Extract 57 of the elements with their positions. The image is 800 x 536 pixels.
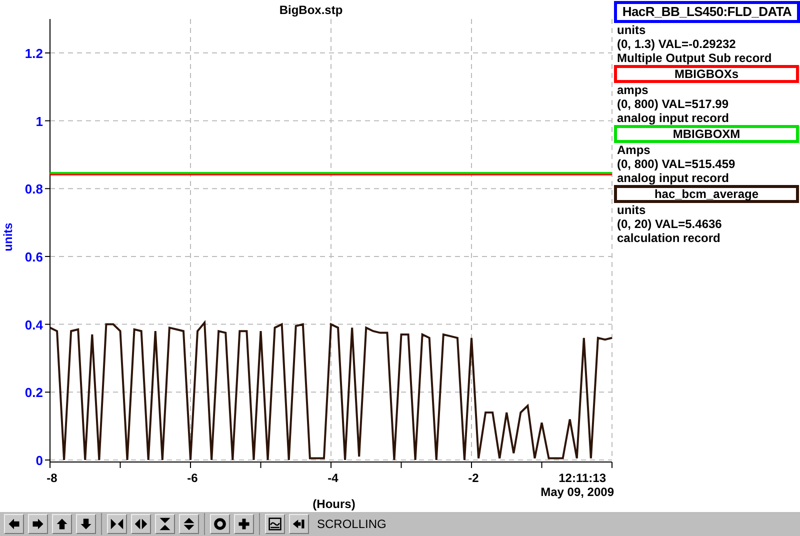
- legend-signal-name[interactable]: MBIGBOXM: [614, 125, 799, 143]
- x-axis-label: (Hours): [312, 497, 356, 511]
- toolbar-button[interactable]: [76, 514, 96, 534]
- y-tick-label: 0.2: [24, 385, 43, 400]
- timestamp-time: 12:11:13: [558, 471, 606, 485]
- x-tick-label: -8: [46, 471, 58, 485]
- y-tick-label: 0.6: [24, 249, 43, 264]
- y-tick-label: 1: [36, 114, 43, 129]
- x-tick-label: -6: [187, 471, 198, 485]
- legend-reading: (0, 800) VAL=515.459: [616, 157, 736, 171]
- y-tick-label: 0.4: [24, 317, 43, 332]
- y-axis-label: units: [1, 222, 15, 252]
- toolbar-button[interactable]: [107, 514, 127, 534]
- plus-icon: [237, 517, 251, 531]
- legend-record-type: analog input record: [616, 111, 730, 125]
- right-arrow-icon: [31, 517, 45, 531]
- toolbar-button[interactable]: [155, 514, 175, 534]
- vertical-outward-triangles-icon: [182, 517, 196, 531]
- y-tick-label: 1.2: [24, 46, 43, 61]
- legend-record-type: Multiple Output Sub record: [616, 51, 773, 65]
- x-tick-label: -4: [328, 471, 338, 485]
- legend-record-type: analog input record: [616, 171, 730, 185]
- legend-units: units: [616, 23, 647, 37]
- timestamp-date: May 09, 2009: [540, 485, 614, 499]
- up-arrow-icon: [55, 517, 69, 531]
- legend-record-type: calculation record: [616, 231, 722, 245]
- toolbar-button[interactable]: [210, 514, 230, 534]
- toolbar-button[interactable]: [131, 514, 151, 534]
- x-tick-label: -2: [468, 471, 479, 485]
- y-tick-label: 0.8: [24, 182, 43, 197]
- wave-icon: [268, 517, 282, 531]
- legend-reading: (0, 1.3) VAL=-0.29232: [616, 37, 737, 51]
- outward-triangles-icon: [134, 517, 148, 531]
- toolbar-button[interactable]: [265, 514, 285, 534]
- legend-units: amps: [616, 83, 650, 97]
- plot-title: BigBox.stp: [279, 3, 343, 17]
- toolbar-button[interactable]: [234, 514, 254, 534]
- legend-signal-name[interactable]: MBIGBOXs: [614, 65, 799, 83]
- legend-units: units: [616, 203, 647, 217]
- legend-units: Amps: [616, 143, 652, 157]
- toolbar-button[interactable]: [52, 514, 72, 534]
- inward-triangles-icon: [110, 517, 124, 531]
- toolbar-button[interactable]: [4, 514, 24, 534]
- legend-reading: (0, 20) VAL=5.4636: [616, 217, 723, 231]
- left-arrow-icon: [7, 517, 21, 531]
- mode-label: SCROLLING: [317, 517, 386, 531]
- y-tick-label: 0: [36, 453, 43, 468]
- vertical-inward-triangles-icon: [158, 517, 172, 531]
- toolbar-button[interactable]: [179, 514, 199, 534]
- ring-icon: [213, 517, 227, 531]
- legend-signal-name[interactable]: HacR_BB_LS450:FLD_DATA: [614, 1, 800, 23]
- toolbar-button[interactable]: [28, 514, 48, 534]
- legend-reading: (0, 800) VAL=517.99: [616, 97, 730, 111]
- legend-signal-name[interactable]: hac_bcm_average: [614, 185, 799, 203]
- down-arrow-icon: [79, 517, 93, 531]
- toolbar-button[interactable]: [289, 514, 309, 534]
- step-back-icon: [292, 517, 306, 531]
